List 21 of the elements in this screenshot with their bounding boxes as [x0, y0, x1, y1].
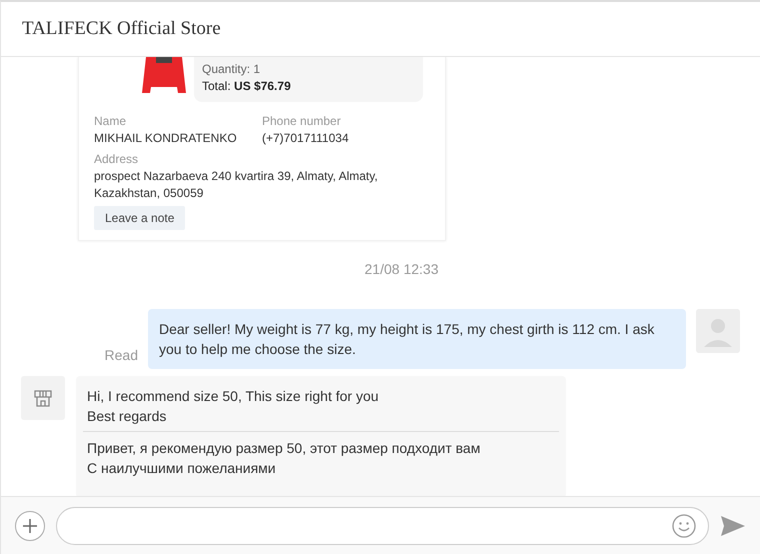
- send-button[interactable]: [720, 514, 746, 536]
- phone-value: (+7)7017111034: [262, 130, 350, 147]
- translated-text: Привет, я рекомендую размер 50, этот размер подходит вам С наилучшими пожеланиями: [86, 439, 482, 478]
- total-text: Total: US $76.79: [202, 78, 292, 95]
- emoji-icon[interactable]: [672, 514, 696, 538]
- sent-message: Dear seller! My weight is 77 kg, my height is 175, my chest girth is 112 cm. I ask you to help me choose the size.: [148, 309, 686, 369]
- name-label: Name: [94, 113, 128, 130]
- name-value: MIKHAIL KONDRATENKO: [94, 130, 238, 147]
- leave-note-button[interactable]: Leave a note: [94, 206, 186, 230]
- shop-icon: [33, 388, 53, 408]
- quantity-text: Quantity: 1: [202, 61, 262, 78]
- message-input-field[interactable]: [56, 506, 709, 544]
- address-value: prospect Nazarbaeva 240 kvartira 39, Almaty, Almaty, Kazakhstan, 050059: [94, 168, 379, 202]
- read-status: Read: [104, 347, 138, 363]
- plus-icon: [22, 518, 38, 534]
- add-button[interactable]: [15, 510, 45, 540]
- window-title: TALIFECK Official Store: [22, 18, 221, 40]
- phone-label: Phone number: [262, 113, 342, 130]
- message-text: Hi, I recommend size 50, This size right for you Best regards: [86, 387, 380, 426]
- timestamp: 21/08 12:33: [364, 261, 438, 277]
- address-label: Address: [94, 151, 140, 168]
